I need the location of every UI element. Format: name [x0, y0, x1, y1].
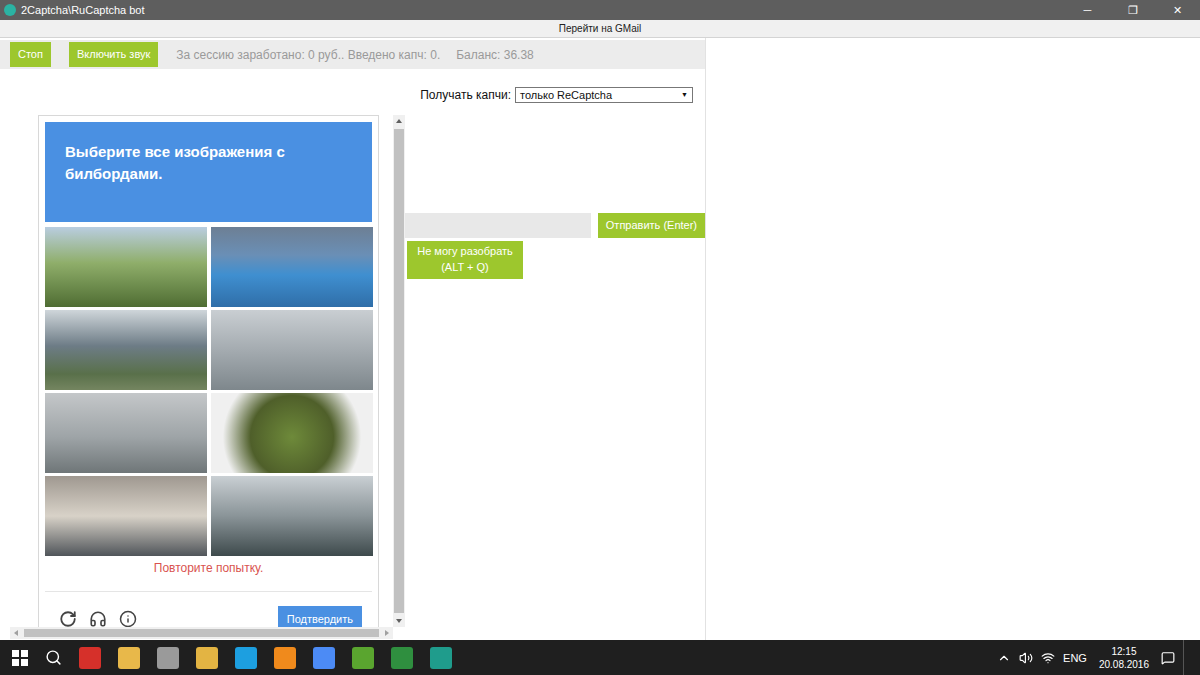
- vertical-scrollbar[interactable]: [393, 115, 405, 627]
- clock[interactable]: 12:1520.08.2016: [1095, 645, 1153, 671]
- recaptcha-widget: Выберите все изображения сбилбордами. Пов…: [38, 115, 379, 627]
- error-message: Повторите попытку.: [45, 556, 372, 581]
- filter-label: Получать капчи:: [420, 88, 511, 102]
- answer-input[interactable]: [405, 213, 591, 238]
- captcha-tile[interactable]: [211, 310, 373, 390]
- app-icon[interactable]: [235, 647, 257, 669]
- search-icon[interactable]: [45, 649, 62, 666]
- system-tray: ENG 12:1520.08.2016: [997, 640, 1200, 675]
- answer-row: Отправить (Enter): [405, 213, 705, 238]
- captcha-viewport: Выберите все изображения сбилбордами. Пов…: [10, 115, 393, 627]
- captcha-tile[interactable]: [211, 476, 373, 556]
- app-icon[interactable]: [118, 647, 140, 669]
- captcha-tile[interactable]: [211, 393, 373, 473]
- gmail-bar: Перейти на GMail: [0, 20, 1200, 38]
- window-control[interactable]: ✕: [1155, 0, 1200, 20]
- captcha-footer: Подтвердить: [45, 591, 372, 627]
- app-icon[interactable]: [352, 647, 374, 669]
- captcha-tile[interactable]: [45, 227, 207, 307]
- captcha-keyword: билбордами.: [65, 164, 352, 184]
- filter-select[interactable]: только ReCaptcha▼: [515, 87, 693, 103]
- work-row: Выберите все изображения сбилбордами. Пов…: [0, 105, 705, 640]
- main: Стоп Включить звук За сессию заработано: 0…: [0, 38, 1200, 640]
- app-icon[interactable]: [196, 647, 218, 669]
- send-button[interactable]: Отправить (Enter): [598, 213, 705, 238]
- notifications-icon[interactable]: [1161, 651, 1175, 665]
- info-icon[interactable]: [119, 610, 137, 627]
- volume-icon[interactable]: [1019, 651, 1033, 665]
- captcha-tile[interactable]: [211, 227, 373, 307]
- chevron-up-icon[interactable]: [997, 651, 1011, 665]
- captcha-frame: Выберите все изображения сбилбордами. Пов…: [10, 115, 405, 639]
- toolbar: Стоп Включить звук За сессию заработано: 0…: [0, 40, 705, 69]
- taskbar: ENG 12:1520.08.2016: [0, 640, 1200, 675]
- tile-grid: [45, 227, 372, 556]
- windows-icon[interactable]: [12, 650, 28, 666]
- app-icon[interactable]: [274, 647, 296, 669]
- verify-button[interactable]: Подтвердить: [278, 606, 362, 627]
- app-icon: [4, 4, 16, 16]
- work-panel: Стоп Включить звук За сессию заработано: 0…: [0, 38, 706, 640]
- reload-icon[interactable]: [59, 610, 77, 627]
- language[interactable]: ENG: [1063, 652, 1087, 664]
- screen: 2Captcha\RuCaptcha bot─❐✕ Перейти на GMai…: [0, 0, 1200, 675]
- toolbar-button[interactable]: Включить звук: [69, 42, 158, 67]
- app-icon[interactable]: [430, 647, 452, 669]
- window-control[interactable]: ─: [1065, 0, 1110, 20]
- headphones-icon[interactable]: [89, 610, 107, 627]
- answer-controls: Отправить (Enter) Не могу разобрать (ALT …: [405, 115, 705, 640]
- window-control[interactable]: ❐: [1110, 0, 1155, 20]
- toolbar-button[interactable]: Стоп: [10, 42, 51, 67]
- title-bar: 2Captcha\RuCaptcha bot─❐✕: [0, 0, 1200, 20]
- gmail-link[interactable]: Перейти на GMail: [559, 23, 641, 34]
- wifi-icon[interactable]: [1041, 651, 1055, 665]
- skip-button[interactable]: Не могу разобрать (ALT + Q): [407, 241, 523, 279]
- captcha-instruction: Выберите все изображения с: [65, 142, 352, 162]
- captcha-header: Выберите все изображения сбилбордами.: [45, 122, 372, 222]
- captcha-tile[interactable]: [45, 393, 207, 473]
- window-title: 2Captcha\RuCaptcha bot: [21, 4, 1065, 16]
- dropdown-arrow-icon: ▼: [681, 91, 688, 98]
- browser-panel: [706, 38, 1200, 640]
- app-icon[interactable]: [79, 647, 101, 669]
- horizontal-scrollbar[interactable]: [10, 627, 393, 639]
- session-stats: За сессию заработано: 0 руб.. Введено ка…: [176, 48, 440, 62]
- app-icon[interactable]: [157, 647, 179, 669]
- app-icon[interactable]: [313, 647, 335, 669]
- captcha-tile[interactable]: [45, 310, 207, 390]
- app-icon[interactable]: [391, 647, 413, 669]
- captcha-tile[interactable]: [45, 476, 207, 556]
- show-desktop[interactable]: [1183, 640, 1188, 675]
- content: Получать капчи: только ReCaptcha▼ Выберите…: [0, 69, 705, 640]
- balance: Баланс: 36.38: [456, 48, 534, 62]
- filter-row: Получать капчи: только ReCaptcha▼: [0, 69, 705, 105]
